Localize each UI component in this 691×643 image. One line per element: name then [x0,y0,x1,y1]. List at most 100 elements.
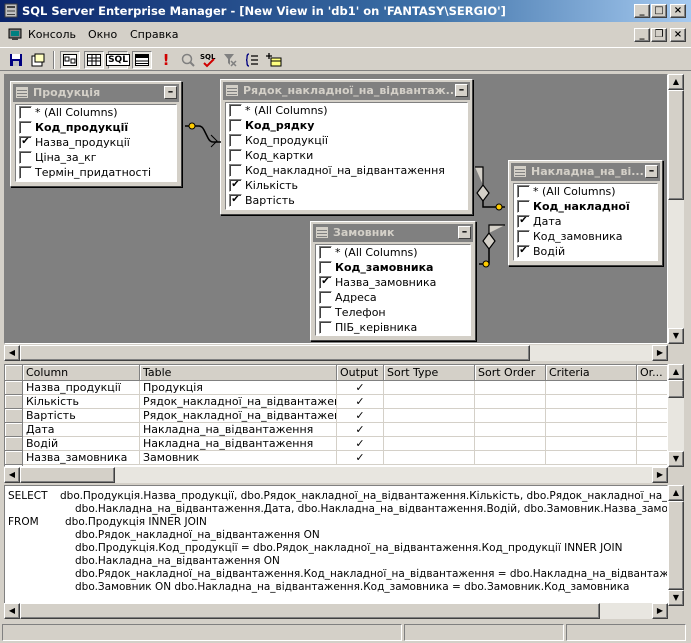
grid-cell-column[interactable]: Кількість [23,395,140,409]
grid-cell-empty[interactable] [384,437,475,451]
grid-cell-column[interactable]: Дата [23,423,140,437]
grid-header-sort-order[interactable]: Sort Order [475,365,546,381]
properties-button[interactable] [28,51,48,69]
grid-cell-empty[interactable] [546,451,637,465]
grid-cell-table[interactable]: Продукція [140,381,337,395]
grid-cell-empty[interactable] [384,409,475,423]
grid-header-table[interactable]: Table [140,365,337,381]
diagram-scroll-up[interactable]: ▲ [668,74,684,90]
grid-pane[interactable]: Column Table Output Sort Type Sort Order… [4,364,668,467]
grid-cell-table[interactable]: Рядок_накладної_на_відвантажен [140,409,337,423]
sql-vscroll-thumb[interactable] [668,501,684,590]
cancel-query-button[interactable] [178,51,198,69]
add-table-button[interactable] [264,51,284,69]
grid-cell-table[interactable]: Накладна_на_відвантаження [140,437,337,451]
grid-cell-output[interactable]: ✓ [337,437,384,451]
show-sql-pane-button[interactable]: SQL [106,51,130,69]
grid-cell-empty[interactable] [637,423,667,437]
child-minimize-button[interactable]: _ [634,28,650,42]
grid-cell-table[interactable]: Замовник [140,451,337,465]
grid-scroll-up[interactable]: ▲ [668,364,684,380]
grid-cell-output[interactable]: ✓ [337,423,384,437]
grid-cell-empty[interactable] [637,381,667,395]
sql-scroll-up[interactable]: ▲ [668,485,684,501]
maximize-button[interactable]: □ [651,4,667,18]
grid-cell-empty[interactable] [384,381,475,395]
row-selector[interactable] [5,395,23,409]
grid-cell-empty[interactable] [637,451,667,465]
grid-cell-empty[interactable] [637,409,667,423]
sql-hscroll-thumb[interactable] [20,603,600,619]
grid-hscroll-thumb[interactable] [20,467,115,483]
menu-help[interactable]: Справка [130,28,178,41]
menu-window[interactable]: Окно [88,28,117,41]
grid-cell-table[interactable]: Накладна_на_відвантаження [140,423,337,437]
diagram-scroll-right[interactable]: ▶ [652,345,668,361]
sql-pane[interactable]: SELECT dbo.Продукція.Назва_продукції, dbo… [4,485,668,606]
grid-cell-column[interactable]: Вартість [23,409,140,423]
grid-header-sort-type[interactable]: Sort Type [384,365,475,381]
row-selector[interactable] [5,381,23,395]
menu-console[interactable]: Консоль [28,28,76,41]
save-button[interactable] [6,51,26,69]
grid-header-column[interactable]: Column [23,365,140,381]
minimize-button[interactable]: _ [634,4,650,18]
diagram-scroll-left[interactable]: ◀ [4,345,20,361]
show-grid-pane-button[interactable] [84,51,104,69]
sql-scroll-right[interactable]: ▶ [652,603,668,619]
row-selector[interactable] [5,451,23,465]
grid-cell-column[interactable]: Водій [23,437,140,451]
grid-cell-output[interactable]: ✓ [337,451,384,465]
row-selector[interactable] [5,437,23,451]
grid-cell-table[interactable]: Рядок_накладної_на_відвантажен [140,395,337,409]
grid-vscroll-thumb[interactable] [668,380,684,398]
grid-cell-empty[interactable] [475,423,546,437]
restore-icon: ❐ [654,29,664,40]
grid-cell-empty[interactable] [475,437,546,451]
grid-cell-empty[interactable] [384,395,475,409]
row-selector[interactable] [5,423,23,437]
grid-scroll-left[interactable]: ◀ [4,467,20,483]
grid-cell-empty[interactable] [475,381,546,395]
grid-cell-empty[interactable] [384,451,475,465]
sql-scroll-left[interactable]: ◀ [4,603,20,619]
grid-cell-empty[interactable] [475,451,546,465]
grid-cell-empty[interactable] [546,409,637,423]
grid-cell-empty[interactable] [637,395,667,409]
grid-cell-column[interactable]: Назва_продукції [23,381,140,395]
close-button[interactable]: × [670,4,686,18]
grid-cell-output[interactable]: ✓ [337,395,384,409]
grid-cell-output[interactable]: ✓ [337,381,384,395]
grid-cell-empty[interactable] [384,423,475,437]
show-diagram-pane-button[interactable] [60,51,80,69]
verify-sql-button[interactable]: SQL [198,51,218,69]
row-selector[interactable] [5,409,23,423]
remove-filter-button[interactable] [220,51,240,69]
grid-header-criteria[interactable]: Criteria [546,365,637,381]
title-bar[interactable]: SQL Server Enterprise Manager - [New Vie… [0,0,691,22]
show-results-pane-button[interactable] [132,51,152,69]
diagram-hscroll-thumb[interactable] [20,345,530,361]
grid-cell-output[interactable]: ✓ [337,409,384,423]
grid-cell-empty[interactable] [475,409,546,423]
grid-header-or[interactable]: Or... [637,365,667,381]
grid-scroll-right[interactable]: ▶ [652,467,668,483]
sql-scroll-down[interactable]: ▼ [668,590,684,606]
diagram-scroll-down[interactable]: ▼ [668,328,684,344]
child-close-button[interactable]: × [670,28,686,42]
grid-cell-empty[interactable] [637,437,667,451]
grid-scroll-down[interactable]: ▼ [668,451,684,467]
maximize-icon: □ [654,5,664,16]
grid-cell-empty[interactable] [475,395,546,409]
grid-cell-column[interactable]: Назва_замовника [23,451,140,465]
child-restore-button[interactable]: ❐ [651,28,667,42]
grid-cell-empty[interactable] [546,437,637,451]
group-by-button[interactable] [242,51,262,69]
grid-cell-empty[interactable] [546,395,637,409]
grid-header-output[interactable]: Output [337,365,384,381]
grid-cell-empty[interactable] [546,423,637,437]
diagram-pane[interactable]: Продукція – * (All Columns) Код_продукці… [4,74,668,344]
grid-cell-empty[interactable] [546,381,637,395]
run-button[interactable]: ! [156,51,176,69]
diagram-vscroll-thumb[interactable] [668,90,684,200]
